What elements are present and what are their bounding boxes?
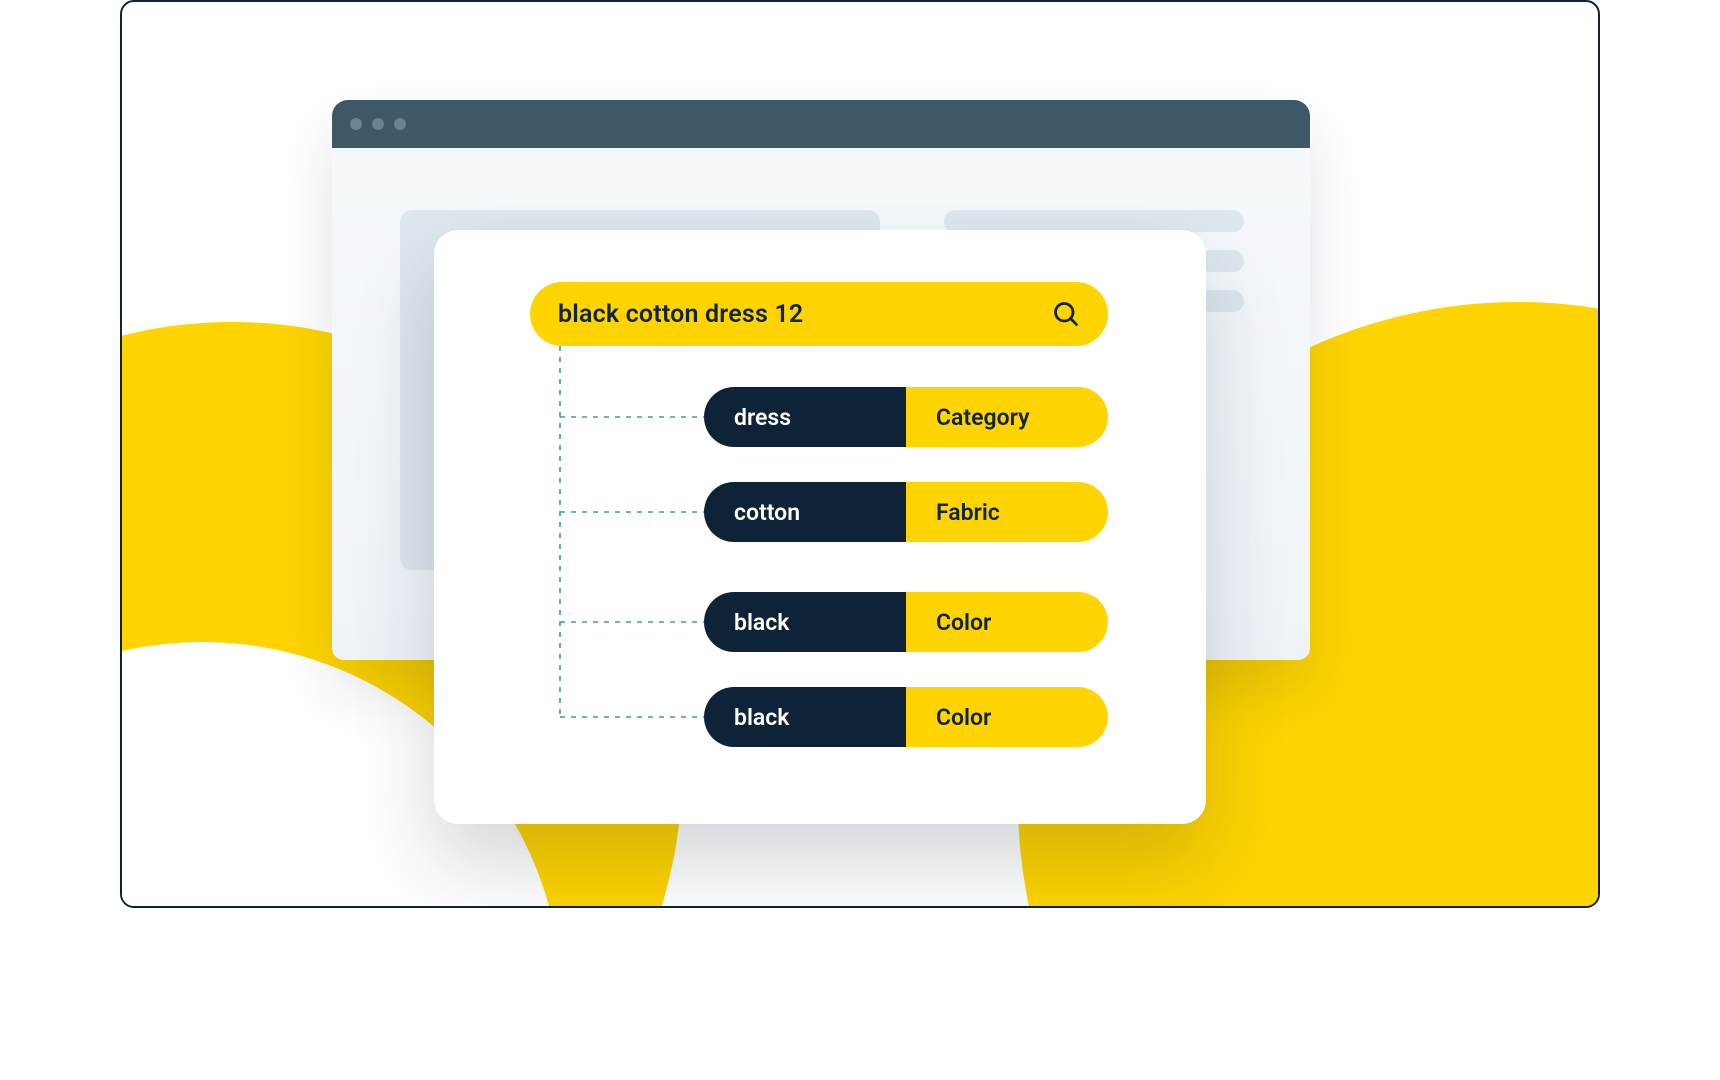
search-query-text: black cotton dress 12 (558, 300, 803, 329)
placeholder-bar (944, 210, 1244, 232)
tag-term: black (704, 687, 906, 747)
tag-row: cotton Fabric (704, 482, 1108, 542)
tag-term: cotton (704, 482, 906, 542)
tag-term: dress (704, 387, 906, 447)
tag-row: black Color (704, 687, 1108, 747)
placeholder-bar (1200, 290, 1244, 312)
tag-type: Color (906, 687, 1108, 747)
search-icon (1052, 300, 1080, 328)
search-bar[interactable]: black cotton dress 12 (530, 282, 1108, 346)
traffic-light-dot (372, 118, 384, 130)
tag-term: black (704, 592, 906, 652)
browser-titlebar (332, 100, 1310, 148)
tag-type: Color (906, 592, 1108, 652)
traffic-light-dot (350, 118, 362, 130)
tag-type: Category (906, 387, 1108, 447)
tag-type: Fabric (906, 482, 1108, 542)
traffic-light-dot (394, 118, 406, 130)
tag-row: black Color (704, 592, 1108, 652)
diagram-stage: black cotton dress 12 dress Category (120, 0, 1600, 908)
placeholder-bar (1200, 250, 1244, 272)
query-breakdown-card: black cotton dress 12 dress Category (434, 230, 1206, 824)
tag-row: dress Category (704, 387, 1108, 447)
